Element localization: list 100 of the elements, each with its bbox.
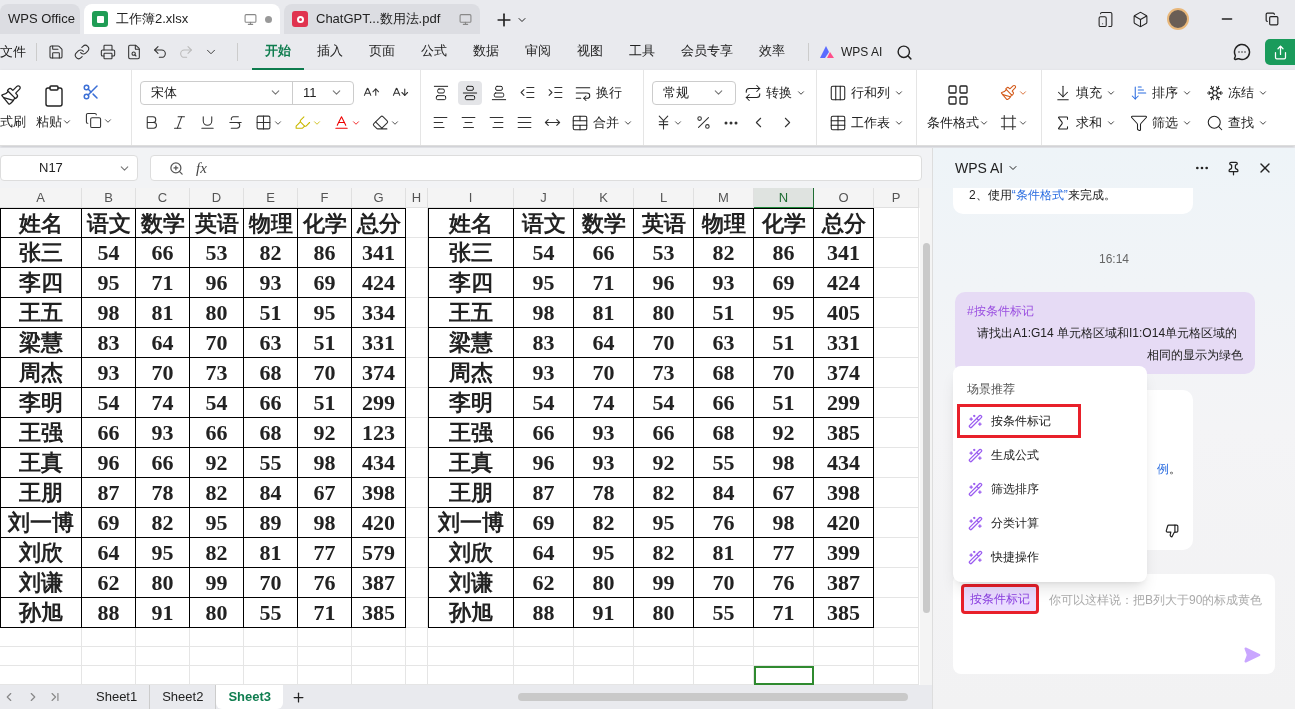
table-cell: 98 [514, 298, 574, 328]
header-cell: 英语 [634, 208, 694, 238]
table-cell: 62 [514, 568, 574, 598]
table-cell: 92 [754, 418, 814, 448]
table-cell: 67 [754, 478, 814, 508]
table-cell: 67 [298, 478, 352, 508]
table-cell: 83 [82, 328, 136, 358]
table-cell: 123 [352, 418, 406, 448]
header-cell: 化学 [754, 208, 814, 238]
table-cell: 84 [694, 478, 754, 508]
header-cell: 姓名 [0, 208, 82, 238]
table-cell: 68 [244, 418, 298, 448]
table-cell: 98 [754, 448, 814, 478]
table-cell: 73 [190, 358, 244, 388]
table-cell: 66 [190, 418, 244, 448]
table-cell: 76 [694, 508, 754, 538]
table-cell: 孙旭 [428, 598, 514, 628]
table-cell: 76 [298, 568, 352, 598]
table-cell: 66 [574, 238, 634, 268]
table-cell: 80 [190, 598, 244, 628]
table-cell: 孙旭 [0, 598, 82, 628]
table-cell: 53 [190, 238, 244, 268]
table-cell: 341 [814, 238, 874, 268]
table-cell: 70 [574, 358, 634, 388]
table-cell: 刘谦 [0, 568, 82, 598]
table-cell: 80 [634, 598, 694, 628]
table-cell: 70 [190, 328, 244, 358]
table-cell: 李四 [428, 268, 514, 298]
table-cell: 64 [574, 328, 634, 358]
table-cell: 81 [244, 538, 298, 568]
table-cell: 64 [514, 538, 574, 568]
table-cell: 70 [634, 328, 694, 358]
table-cell: 78 [574, 478, 634, 508]
table-cell: 96 [190, 268, 244, 298]
table-cell: 95 [298, 298, 352, 328]
table-cell: 70 [754, 358, 814, 388]
table-cell: 66 [694, 388, 754, 418]
table-cell: 66 [136, 448, 190, 478]
table-cell: 74 [574, 388, 634, 418]
table-cell: 98 [298, 508, 352, 538]
table-cell: 93 [82, 358, 136, 388]
table-cell: 88 [514, 598, 574, 628]
table-cell: 66 [634, 418, 694, 448]
table-cell: 71 [136, 268, 190, 298]
table-cell: 70 [694, 568, 754, 598]
table-cell: 81 [136, 298, 190, 328]
table-cell: 51 [754, 328, 814, 358]
table-cell: 93 [574, 448, 634, 478]
table-cell: 81 [574, 298, 634, 328]
header-cell: 姓名 [428, 208, 514, 238]
table-cell: 51 [244, 298, 298, 328]
table-cell: 98 [82, 298, 136, 328]
table-cell: 77 [298, 538, 352, 568]
table-cell: 331 [352, 328, 406, 358]
table-cell: 93 [574, 418, 634, 448]
table-cell: 96 [82, 448, 136, 478]
table-cell: 82 [694, 238, 754, 268]
timestamp: 16:14 [1099, 251, 1129, 268]
table-cell: 54 [514, 388, 574, 418]
table-cell: 91 [574, 598, 634, 628]
table-cell: 51 [298, 388, 352, 418]
table-cell: 刘一博 [0, 508, 82, 538]
table-cell: 398 [814, 478, 874, 508]
table-cell: 299 [814, 388, 874, 418]
reply-text: 2、使用“条件格式”来完成。 [969, 188, 1117, 204]
table-cell: 51 [694, 298, 754, 328]
table-cell: 374 [814, 358, 874, 388]
table-cell: 李明 [428, 388, 514, 418]
table-cell: 420 [352, 508, 406, 538]
table-cell: 51 [754, 388, 814, 418]
table-cell: 66 [514, 418, 574, 448]
table-cell: 92 [298, 418, 352, 448]
table-cell: 82 [244, 238, 298, 268]
table-cell: 374 [352, 358, 406, 388]
table-cell: 82 [634, 478, 694, 508]
table-cell: 83 [514, 328, 574, 358]
message-line: 相同的显示为绿色 [1146, 347, 1243, 364]
header-cell: 总分 [352, 208, 406, 238]
table-cell: 70 [136, 358, 190, 388]
popup-title: 场景推荐 [966, 381, 1016, 398]
table-cell: 95 [136, 538, 190, 568]
table-cell: 55 [694, 448, 754, 478]
table-cell: 70 [298, 358, 352, 388]
table-cell: 434 [814, 448, 874, 478]
table-cell: 74 [136, 388, 190, 418]
header-cell: 数学 [574, 208, 634, 238]
table-cell: 64 [82, 538, 136, 568]
table-cell: 82 [574, 508, 634, 538]
table-cell: 99 [634, 568, 694, 598]
table-cell: 68 [694, 418, 754, 448]
table-cell: 李四 [0, 268, 82, 298]
table-cell: 86 [754, 238, 814, 268]
table-cell: 434 [352, 448, 406, 478]
header-cell: 语文 [514, 208, 574, 238]
table-cell: 87 [514, 478, 574, 508]
table-cell: 54 [514, 238, 574, 268]
table-cell: 周杰 [428, 358, 514, 388]
header-cell: 总分 [814, 208, 874, 238]
table-cell: 王强 [428, 418, 514, 448]
table-cell: 55 [244, 598, 298, 628]
